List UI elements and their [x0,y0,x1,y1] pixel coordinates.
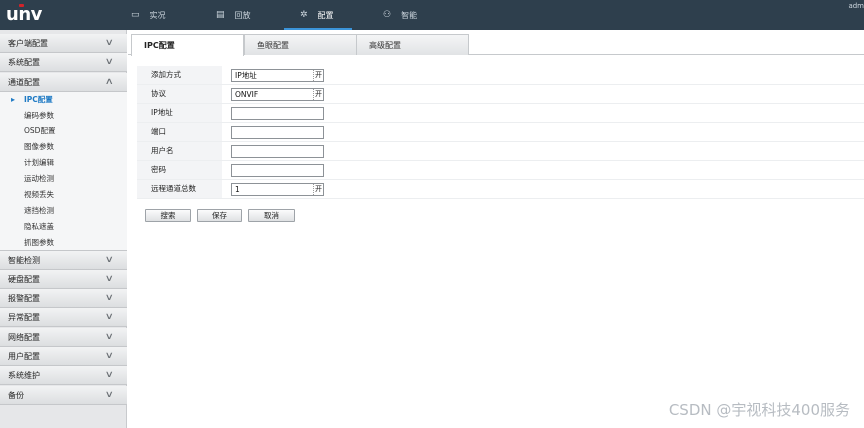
smart-icon: ⚇ [383,10,392,20]
add-method-label: 添加方式 [137,66,222,84]
sidebar-section-label: 用户配置 [8,351,40,361]
remote-channels-value: 1 [235,185,240,194]
chevron-down-icon: ∨ [105,390,115,400]
main-content: IPC配置 鱼眼配置 高级配置 添加方式 IP地址 开 协议 ONVIF 开 I… [128,30,864,428]
password-input[interactable] [231,164,324,177]
sidebar-item-encoding[interactable]: 编码参数 [24,108,54,124]
protocol-value: ONVIF [235,90,259,99]
tab-advanced-config[interactable]: 高级配置 [356,34,469,55]
form-row-add-method: 添加方式 IP地址 开 [137,66,864,85]
nav-live-label: 实况 [149,10,166,20]
sidebar-section-alarm[interactable]: 报警配置 ∨ [0,289,127,308]
sidebar-section-label: 客户端配置 [8,38,48,48]
dropdown-icon: 开 [313,184,322,195]
nav-playback-label: 回放 [234,10,251,20]
sidebar-section-client[interactable]: 客户端配置 ∨ [0,34,127,53]
dropdown-icon: 开 [313,89,322,100]
brand-logo: unv [6,4,56,26]
sidebar-section-exception[interactable]: 异常配置 ∨ [0,308,127,327]
sidebar-item-schedule[interactable]: 计划编辑 [24,155,54,171]
nav-playback[interactable]: ▤ 回放 [216,0,251,30]
chevron-down-icon: ∨ [105,332,115,342]
sidebar-section-smart[interactable]: 智能检测 ∨ [0,251,127,270]
sidebar-section-label: 异常配置 [8,312,40,322]
gear-icon: ✲ [300,10,308,20]
sidebar-section-user[interactable]: 用户配置 ∨ [0,347,127,366]
sidebar-section-network[interactable]: 网络配置 ∨ [0,328,127,347]
sidebar-section-label: 报警配置 [8,293,40,303]
sidebar-section-disk[interactable]: 硬盘配置 ∨ [0,270,127,289]
dropdown-icon: 开 [313,70,322,81]
remote-channels-select[interactable]: 1 开 [231,183,324,196]
sidebar-section-channel[interactable]: 通道配置 ∧ [0,73,127,92]
save-button[interactable]: 保存 [197,209,242,222]
cancel-button[interactable]: 取消 [248,209,295,222]
tab-bar: IPC配置 鱼眼配置 高级配置 [128,34,864,56]
form-row-ip: IP地址 [137,104,864,123]
nav-smart-label: 智能 [401,10,418,20]
chevron-down-icon: ∨ [105,57,115,67]
channel-submenu: IPC配置 编码参数 OSD配置 图像参数 计划编辑 运动检测 视频丢失 遮挡检… [0,92,127,251]
nav-smart[interactable]: ⚇ 智能 [383,0,417,30]
sidebar-item-privacy[interactable]: 隐私遮盖 [24,219,54,235]
user-name[interactable]: adm [848,2,864,10]
protocol-label: 协议 [137,85,222,103]
sidebar-item-ipc-config[interactable]: IPC配置 [11,92,53,108]
protocol-select[interactable]: ONVIF 开 [231,88,324,101]
add-method-value: IP地址 [235,71,257,80]
chevron-down-icon: ∨ [105,293,115,303]
playback-icon: ▤ [216,10,225,20]
nav-config[interactable]: ✲ 配置 [284,0,351,30]
chevron-down-icon: ∨ [105,274,115,284]
sidebar: 客户端配置 ∨ 系统配置 ∨ 通道配置 ∧ IPC配置 编码参数 OSD配置 图… [0,30,127,428]
remote-channels-label: 远程通道总数 [137,180,222,198]
tab-ipc-config[interactable]: IPC配置 [131,34,244,56]
chevron-down-icon: ∨ [105,312,115,322]
chevron-down-icon: ∨ [105,38,115,48]
chevron-up-icon: ∧ [105,77,115,87]
sidebar-section-label: 备份 [8,390,24,400]
ip-label: IP地址 [137,104,222,122]
form-row-protocol: 协议 ONVIF 开 [137,85,864,104]
tab-fisheye-config[interactable]: 鱼眼配置 [244,34,357,55]
sidebar-section-label: 硬盘配置 [8,274,40,284]
sidebar-section-label: 网络配置 [8,332,40,342]
monitor-icon: ▭ [131,10,140,20]
ip-address-input[interactable] [231,107,324,120]
top-bar: unv ▭ 实况 ▤ 回放 ✲ 配置 ⚇ 智能 adm [0,0,864,30]
sidebar-section-label: 系统维护 [8,370,40,380]
form-row-password: 密码 [137,161,864,180]
sidebar-item-motion[interactable]: 运动检测 [24,171,54,187]
chevron-down-icon: ∨ [105,255,115,265]
logo-accent [19,4,24,7]
password-label: 密码 [137,161,222,179]
nav-config-label: 配置 [317,10,334,20]
sidebar-item-tamper[interactable]: 遮挡检测 [24,203,54,219]
form-row-remote-channels: 远程通道总数 1 开 [137,180,864,199]
sidebar-section-label: 通道配置 [8,77,40,87]
sidebar-item-image[interactable]: 图像参数 [24,139,54,155]
sidebar-item-video-loss[interactable]: 视频丢失 [24,187,54,203]
sidebar-section-maintenance[interactable]: 系统维护 ∨ [0,366,127,385]
chevron-down-icon: ∨ [105,370,115,380]
nav-live[interactable]: ▭ 实况 [131,0,166,30]
port-label: 端口 [137,123,222,141]
port-input[interactable] [231,126,324,139]
add-method-select[interactable]: IP地址 开 [231,69,324,82]
chevron-down-icon: ∨ [105,351,115,361]
sidebar-section-label: 系统配置 [8,57,40,67]
form-row-port: 端口 [137,123,864,142]
sidebar-section-backup[interactable]: 备份 ∨ [0,386,127,405]
username-label: 用户名 [137,142,222,160]
sidebar-section-label: 智能检测 [8,255,40,265]
sidebar-section-system[interactable]: 系统配置 ∨ [0,53,127,72]
sidebar-item-snapshot[interactable]: 抓图参数 [24,235,54,251]
logo-text: unv [6,4,42,25]
form-row-username: 用户名 [137,142,864,161]
watermark: CSDN @宇视科技400服务 [668,401,850,419]
username-input[interactable] [231,145,324,158]
sidebar-item-osd[interactable]: OSD配置 [24,123,55,139]
search-button[interactable]: 搜索 [145,209,191,222]
